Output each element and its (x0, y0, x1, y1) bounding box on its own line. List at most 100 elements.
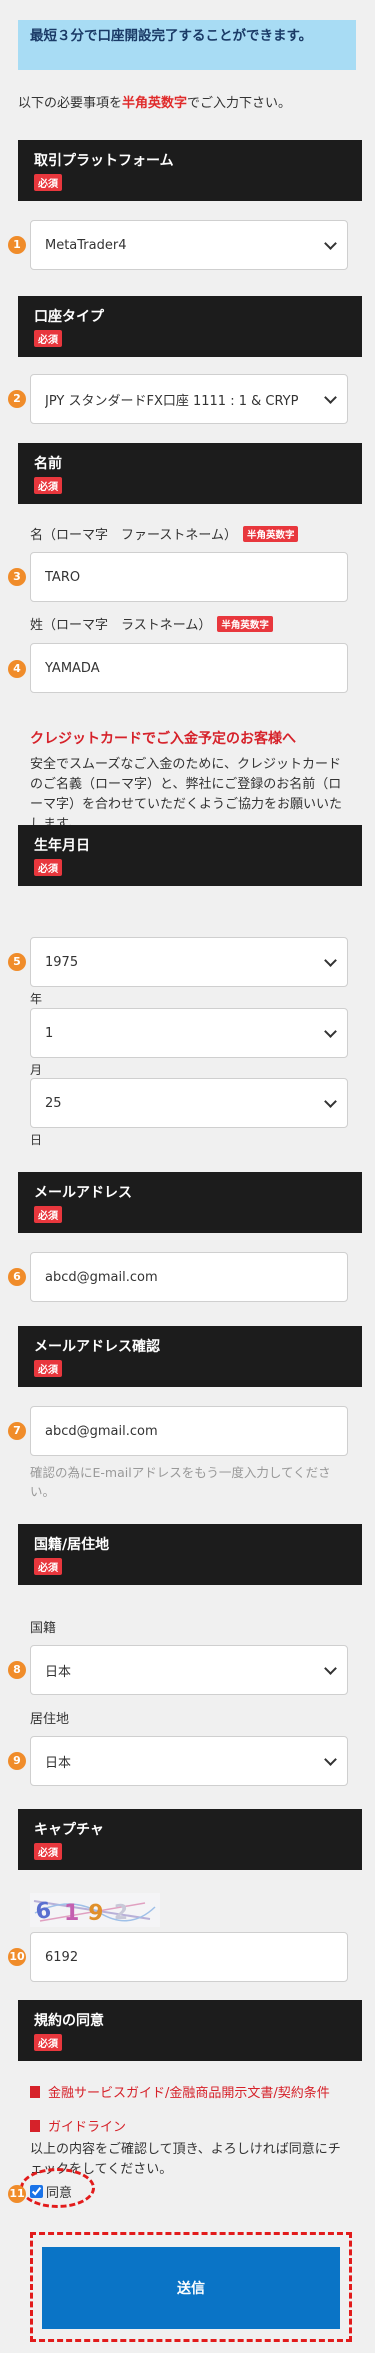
required-badge: 必須 (34, 174, 62, 191)
residence-value: 日本 (45, 1755, 72, 1771)
required-badge: 必須 (34, 1360, 62, 1377)
step-number-11: 11 (8, 2185, 26, 2203)
month-unit-label: 月 (30, 1063, 43, 1077)
email-confirm-note: 確認の為にE-mailアドレスをもう一度入力してください。 (30, 1465, 331, 1499)
document-icon (30, 2086, 40, 2098)
chevron-down-icon (324, 1753, 337, 1766)
captcha-input[interactable]: 6192 (30, 1932, 348, 1982)
required-badge: 必須 (34, 859, 62, 876)
email-value: abcd@gmail.com (45, 1269, 158, 1285)
step-number-5: 5 (8, 953, 26, 971)
first-name-value: TARO (45, 569, 81, 585)
account-type-select[interactable]: JPY スタンダードFX口座 1111 : 1 & CRYP (30, 374, 348, 424)
day-unit-label: 日 (30, 1133, 43, 1147)
birth-year-select[interactable]: 1975 (30, 937, 348, 987)
registration-page: 最短３分で口座開設完了することができます。 以下の必要事項を半角英数字でご入力下… (0, 0, 375, 2353)
chevron-down-icon (324, 954, 337, 967)
last-name-input[interactable]: YAMADA (30, 643, 348, 693)
agree-checkbox-wrapper[interactable]: 同意 (30, 2182, 72, 2201)
halfwidth-badge: 半角英数字 (242, 526, 299, 542)
link-text: 金融サービスガイド/金融商品開示文書/契約条件 (48, 2086, 330, 2101)
last-name-value: YAMADA (45, 660, 100, 676)
section-title: 国籍/居住地 (34, 1537, 110, 1553)
birth-day-select[interactable]: 25 (30, 1078, 348, 1128)
required-badge: 必須 (34, 1558, 62, 1575)
intro-text: 以下の必要事項を半角英数字でご入力下さい。 (18, 92, 291, 111)
first-name-label-text: 名（ローマ字 ファーストネーム） (30, 528, 237, 543)
captcha-value: 6192 (45, 1949, 79, 1965)
step-number-1: 1 (8, 236, 26, 254)
section-birthdate-header: 生年月日 必須 (18, 825, 362, 886)
halfwidth-badge: 半角英数字 (217, 616, 273, 632)
svg-text:1: 1 (64, 1901, 79, 1926)
submit-button[interactable]: 送信 (42, 2247, 340, 2329)
required-badge: 必須 (34, 1843, 62, 1860)
platform-select-value: MetaTrader4 (45, 237, 127, 253)
required-badge: 必須 (34, 2034, 62, 2051)
section-title: 名前 (34, 456, 62, 472)
credit-card-heading: クレジットカードでご入金予定のお客様へ (30, 731, 296, 747)
section-terms-header: 規約の同意 必須 (18, 2000, 362, 2061)
birth-year-value: 1975 (45, 954, 79, 970)
step-number-3: 3 (8, 568, 26, 586)
section-captcha-header: キャプチャ 必須 (18, 1809, 362, 1870)
section-title: 取引プラットフォーム (34, 153, 174, 169)
step-number-7: 7 (8, 1422, 26, 1440)
section-title: 生年月日 (34, 838, 90, 854)
chevron-down-icon (324, 237, 337, 250)
email-input[interactable]: abcd@gmail.com (30, 1252, 348, 1302)
section-title: 口座タイプ (34, 309, 104, 325)
section-title: キャプチャ (34, 1822, 104, 1838)
section-email-header: メールアドレス 必須 (18, 1172, 362, 1233)
step-number-6: 6 (8, 1268, 26, 1286)
section-name-header: 名前 必須 (18, 443, 362, 504)
step-number-2: 2 (8, 390, 26, 408)
first-name-label: 名（ローマ字 ファーストネーム） 半角英数字 (30, 524, 299, 543)
nationality-select[interactable]: 日本 (30, 1645, 348, 1695)
info-banner: 最短３分で口座開設完了することができます。 (18, 20, 356, 70)
chevron-down-icon (324, 391, 337, 404)
account-type-select-value: JPY スタンダードFX口座 1111 : 1 & CRYP (45, 393, 299, 409)
svg-text:2: 2 (114, 1900, 128, 1924)
chevron-down-icon (324, 1095, 337, 1108)
residence-select[interactable]: 日本 (30, 1736, 348, 1786)
svg-text:9: 9 (87, 1900, 105, 1926)
nationality-value: 日本 (45, 1664, 72, 1680)
intro-emphasis: 半角英数字 (122, 96, 188, 111)
section-platform-header: 取引プラットフォーム 必須 (18, 140, 362, 201)
intro-pre: 以下の必要事項を (18, 96, 123, 111)
birth-month-select[interactable]: 1 (30, 1008, 348, 1058)
step-number-4: 4 (8, 660, 26, 678)
captcha-image: 6 1 9 2 (30, 1893, 160, 1927)
step-number-8: 8 (8, 1661, 26, 1679)
step-number-9: 9 (8, 1752, 26, 1770)
residence-label: 居住地 (30, 1712, 70, 1727)
section-email-confirm-header: メールアドレス確認 必須 (18, 1326, 362, 1387)
step-number-10: 10 (8, 1948, 26, 1966)
intro-post: でご入力下さい。 (187, 96, 292, 111)
section-title: メールアドレス (34, 1185, 132, 1201)
chevron-down-icon (324, 1662, 337, 1675)
platform-select[interactable]: MetaTrader4 (30, 220, 348, 270)
agree-label: 同意 (46, 2186, 73, 2201)
financial-services-guide-link[interactable]: 金融サービスガイド/金融商品開示文書/契約条件 (30, 2082, 330, 2101)
first-name-input[interactable]: TARO (30, 552, 348, 602)
credit-card-notice: 安全でスムーズなご入金のために、クレジットカードのご名義（ローマ字）と、弊社にご… (30, 757, 343, 832)
guidelines-link[interactable]: ガイドライン (30, 2116, 126, 2135)
section-title: 規約の同意 (34, 2013, 104, 2029)
nationality-label: 国籍 (30, 1621, 57, 1636)
agree-checkbox[interactable] (30, 2185, 43, 2198)
chevron-down-icon (324, 1025, 337, 1038)
birth-month-value: 1 (45, 1025, 54, 1041)
email-confirm-value: abcd@gmail.com (45, 1423, 158, 1439)
section-account-type-header: 口座タイプ 必須 (18, 296, 362, 357)
required-badge: 必須 (34, 330, 62, 347)
required-badge: 必須 (34, 1206, 62, 1223)
section-nationality-header: 国籍/居住地 必須 (18, 1524, 362, 1585)
last-name-label: 姓（ローマ字 ラストネーム） 半角英数字 (30, 614, 273, 633)
document-icon (30, 2120, 40, 2132)
required-badge: 必須 (34, 477, 62, 494)
birth-day-value: 25 (45, 1095, 62, 1111)
section-title: メールアドレス確認 (34, 1339, 160, 1355)
email-confirm-input[interactable]: abcd@gmail.com (30, 1406, 348, 1456)
